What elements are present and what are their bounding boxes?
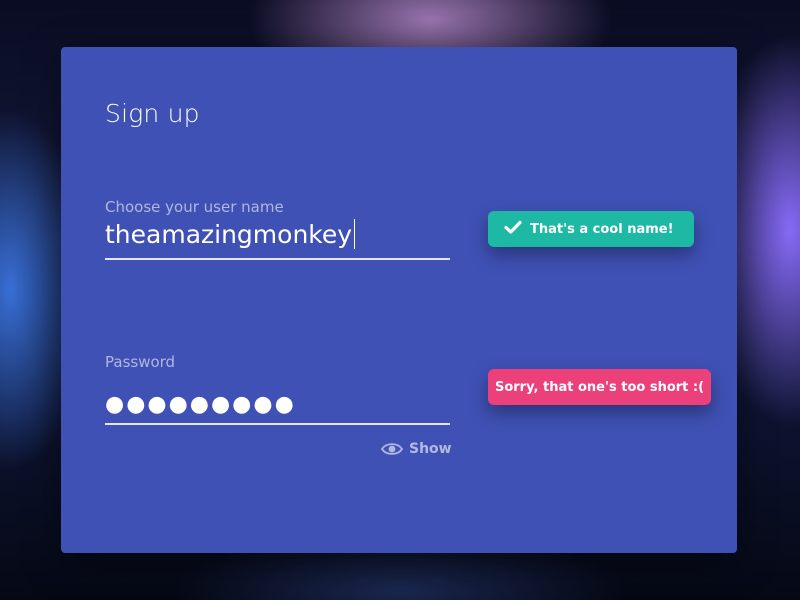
- username-valid-badge: That's a cool name!: [488, 211, 694, 247]
- signup-card: Sign up Choose your user name theamazing…: [61, 47, 737, 553]
- page-title: Sign up: [105, 99, 200, 128]
- password-underline: [105, 423, 450, 425]
- username-label: Choose your user name: [105, 198, 284, 216]
- show-password-label: Show: [409, 441, 452, 457]
- checkmark-icon: [504, 220, 522, 238]
- username-value: theamazingmonkey: [105, 219, 353, 249]
- password-input[interactable]: ●●●●●●●●●: [105, 394, 296, 416]
- show-password-toggle[interactable]: Show: [381, 441, 452, 457]
- password-error-badge: Sorry, that one's too short :(: [488, 369, 711, 405]
- eye-icon: [381, 442, 403, 456]
- password-error-message: Sorry, that one's too short :(: [494, 379, 705, 395]
- password-label: Password: [105, 353, 176, 371]
- text-caret: [354, 219, 356, 249]
- username-valid-message: That's a cool name!: [530, 221, 674, 237]
- username-underline: [105, 258, 450, 260]
- username-input[interactable]: theamazingmonkey: [105, 219, 356, 249]
